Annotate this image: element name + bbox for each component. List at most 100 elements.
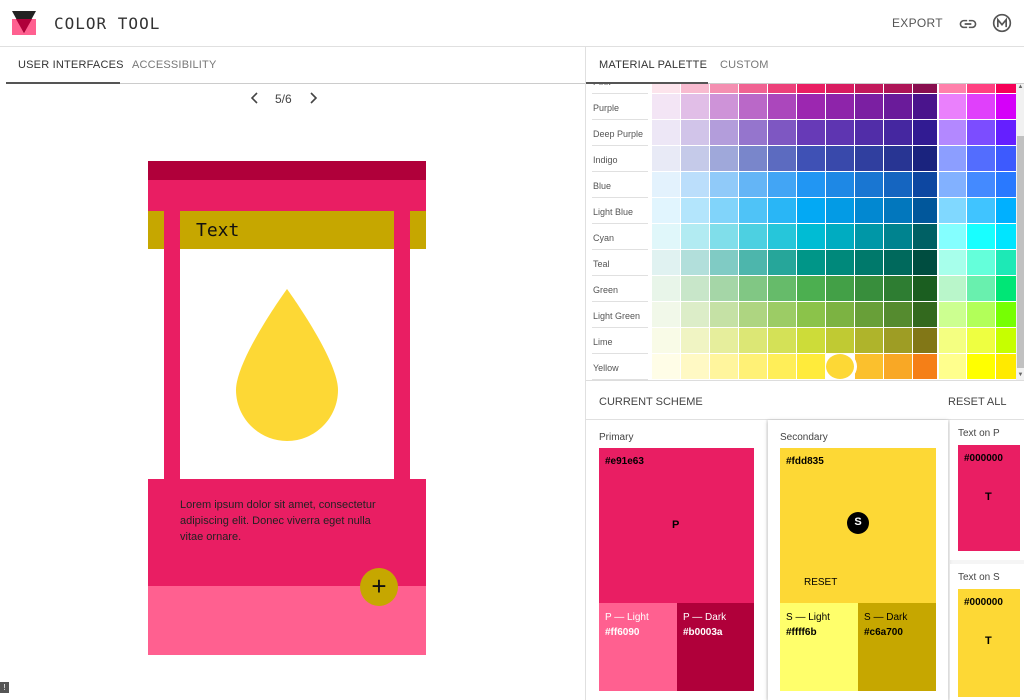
palette-swatch[interactable] [681,146,709,171]
palette-swatch[interactable] [681,172,709,197]
palette-swatch[interactable] [797,120,825,145]
palette-swatch[interactable] [681,224,709,249]
palette-swatch[interactable] [855,84,883,93]
palette-swatch[interactable] [739,172,767,197]
palette-swatch[interactable] [913,224,937,249]
alert-badge[interactable]: ! [0,682,9,693]
palette-swatch[interactable] [652,84,680,93]
palette-swatch[interactable] [652,224,680,249]
palette-swatch[interactable] [884,354,912,379]
palette-swatch[interactable] [826,354,854,379]
palette-swatch[interactable] [652,328,680,353]
palette-swatch[interactable] [967,224,995,249]
palette-swatch[interactable] [826,276,854,301]
palette-swatch[interactable] [710,354,738,379]
chevron-left-icon[interactable] [250,91,260,105]
tab-material-palette[interactable]: MATERIAL PALETTE [599,59,707,71]
palette-swatch[interactable] [797,146,825,171]
palette-swatch[interactable] [996,380,1024,381]
palette-swatch[interactable] [797,328,825,353]
palette-swatch[interactable] [826,328,854,353]
palette-swatch[interactable] [797,276,825,301]
palette-swatch[interactable] [768,224,796,249]
palette-swatch[interactable] [884,94,912,119]
primary-dark-swatch[interactable]: P — Dark #b0003a [677,603,754,691]
palette-swatch[interactable] [710,146,738,171]
palette-swatch[interactable] [913,302,937,327]
palette-swatch[interactable] [938,302,966,327]
palette-swatch[interactable] [884,328,912,353]
palette-swatch[interactable] [710,172,738,197]
palette-swatch[interactable] [967,172,995,197]
palette-swatch[interactable] [710,250,738,275]
palette-swatch[interactable] [826,146,854,171]
palette-swatch[interactable] [826,84,854,93]
palette-swatch[interactable] [913,120,937,145]
palette-swatch[interactable] [768,354,796,379]
palette-swatch[interactable] [884,276,912,301]
palette-swatch[interactable] [797,250,825,275]
palette-swatch[interactable] [739,120,767,145]
palette-swatch[interactable] [884,224,912,249]
palette-swatch[interactable] [884,172,912,197]
palette-swatch[interactable] [739,380,767,381]
add-fab-button[interactable]: + [360,568,398,606]
palette-swatch[interactable] [681,328,709,353]
palette-swatch[interactable] [739,354,767,379]
palette-swatch[interactable] [652,354,680,379]
palette-swatch[interactable] [797,172,825,197]
palette-swatch[interactable] [768,328,796,353]
palette-swatch[interactable] [884,302,912,327]
palette-swatch[interactable] [884,198,912,223]
palette-swatch[interactable] [938,354,966,379]
palette-swatch[interactable] [797,380,825,381]
palette-swatch[interactable] [967,380,995,381]
palette-swatch[interactable] [710,302,738,327]
palette-swatch[interactable] [681,84,709,93]
palette-swatch[interactable] [768,302,796,327]
palette-swatch[interactable] [710,84,738,93]
palette-swatch[interactable] [739,146,767,171]
palette-swatch[interactable] [913,328,937,353]
palette-swatch[interactable] [797,84,825,93]
palette-swatch[interactable] [913,250,937,275]
palette-swatch[interactable] [884,84,912,93]
palette-swatch[interactable] [967,302,995,327]
palette-swatch[interactable] [797,302,825,327]
palette-swatch[interactable] [967,354,995,379]
palette-swatch[interactable] [826,120,854,145]
tab-custom[interactable]: CUSTOM [720,59,769,71]
palette-swatch[interactable] [768,198,796,223]
chevron-right-icon[interactable] [308,91,318,105]
palette-swatch[interactable] [652,276,680,301]
primary-light-swatch[interactable]: P — Light #ff6090 [599,603,677,691]
palette-swatch[interactable] [797,354,825,379]
palette-swatch[interactable] [797,198,825,223]
palette-swatch[interactable] [855,94,883,119]
palette-swatch[interactable] [710,328,738,353]
palette-swatch[interactable] [768,120,796,145]
secondary-dark-swatch[interactable]: S — Dark #c6a700 [858,603,936,691]
palette-swatch[interactable] [768,380,796,381]
palette-swatch[interactable] [938,380,966,381]
palette-swatch[interactable] [855,354,883,379]
palette-swatch[interactable] [855,276,883,301]
palette-swatch[interactable] [913,146,937,171]
palette-swatch[interactable] [855,198,883,223]
scroll-up-arrow-icon[interactable]: ▲ [1017,84,1024,92]
link-icon[interactable] [958,14,978,34]
palette-swatch[interactable] [768,84,796,93]
palette-swatch[interactable] [967,276,995,301]
palette-swatch[interactable] [681,250,709,275]
palette-swatch[interactable] [913,380,937,381]
secondary-reset-button[interactable]: RESET [804,577,837,588]
scroll-down-arrow-icon[interactable]: ▼ [1017,372,1024,380]
reset-all-button[interactable]: RESET ALL [948,396,1007,408]
palette-swatch[interactable] [884,146,912,171]
palette-swatch[interactable] [855,380,883,381]
palette-swatch[interactable] [855,302,883,327]
palette-swatch[interactable] [938,198,966,223]
palette-swatch[interactable] [938,250,966,275]
palette-swatch[interactable] [710,276,738,301]
palette-swatch[interactable] [967,198,995,223]
